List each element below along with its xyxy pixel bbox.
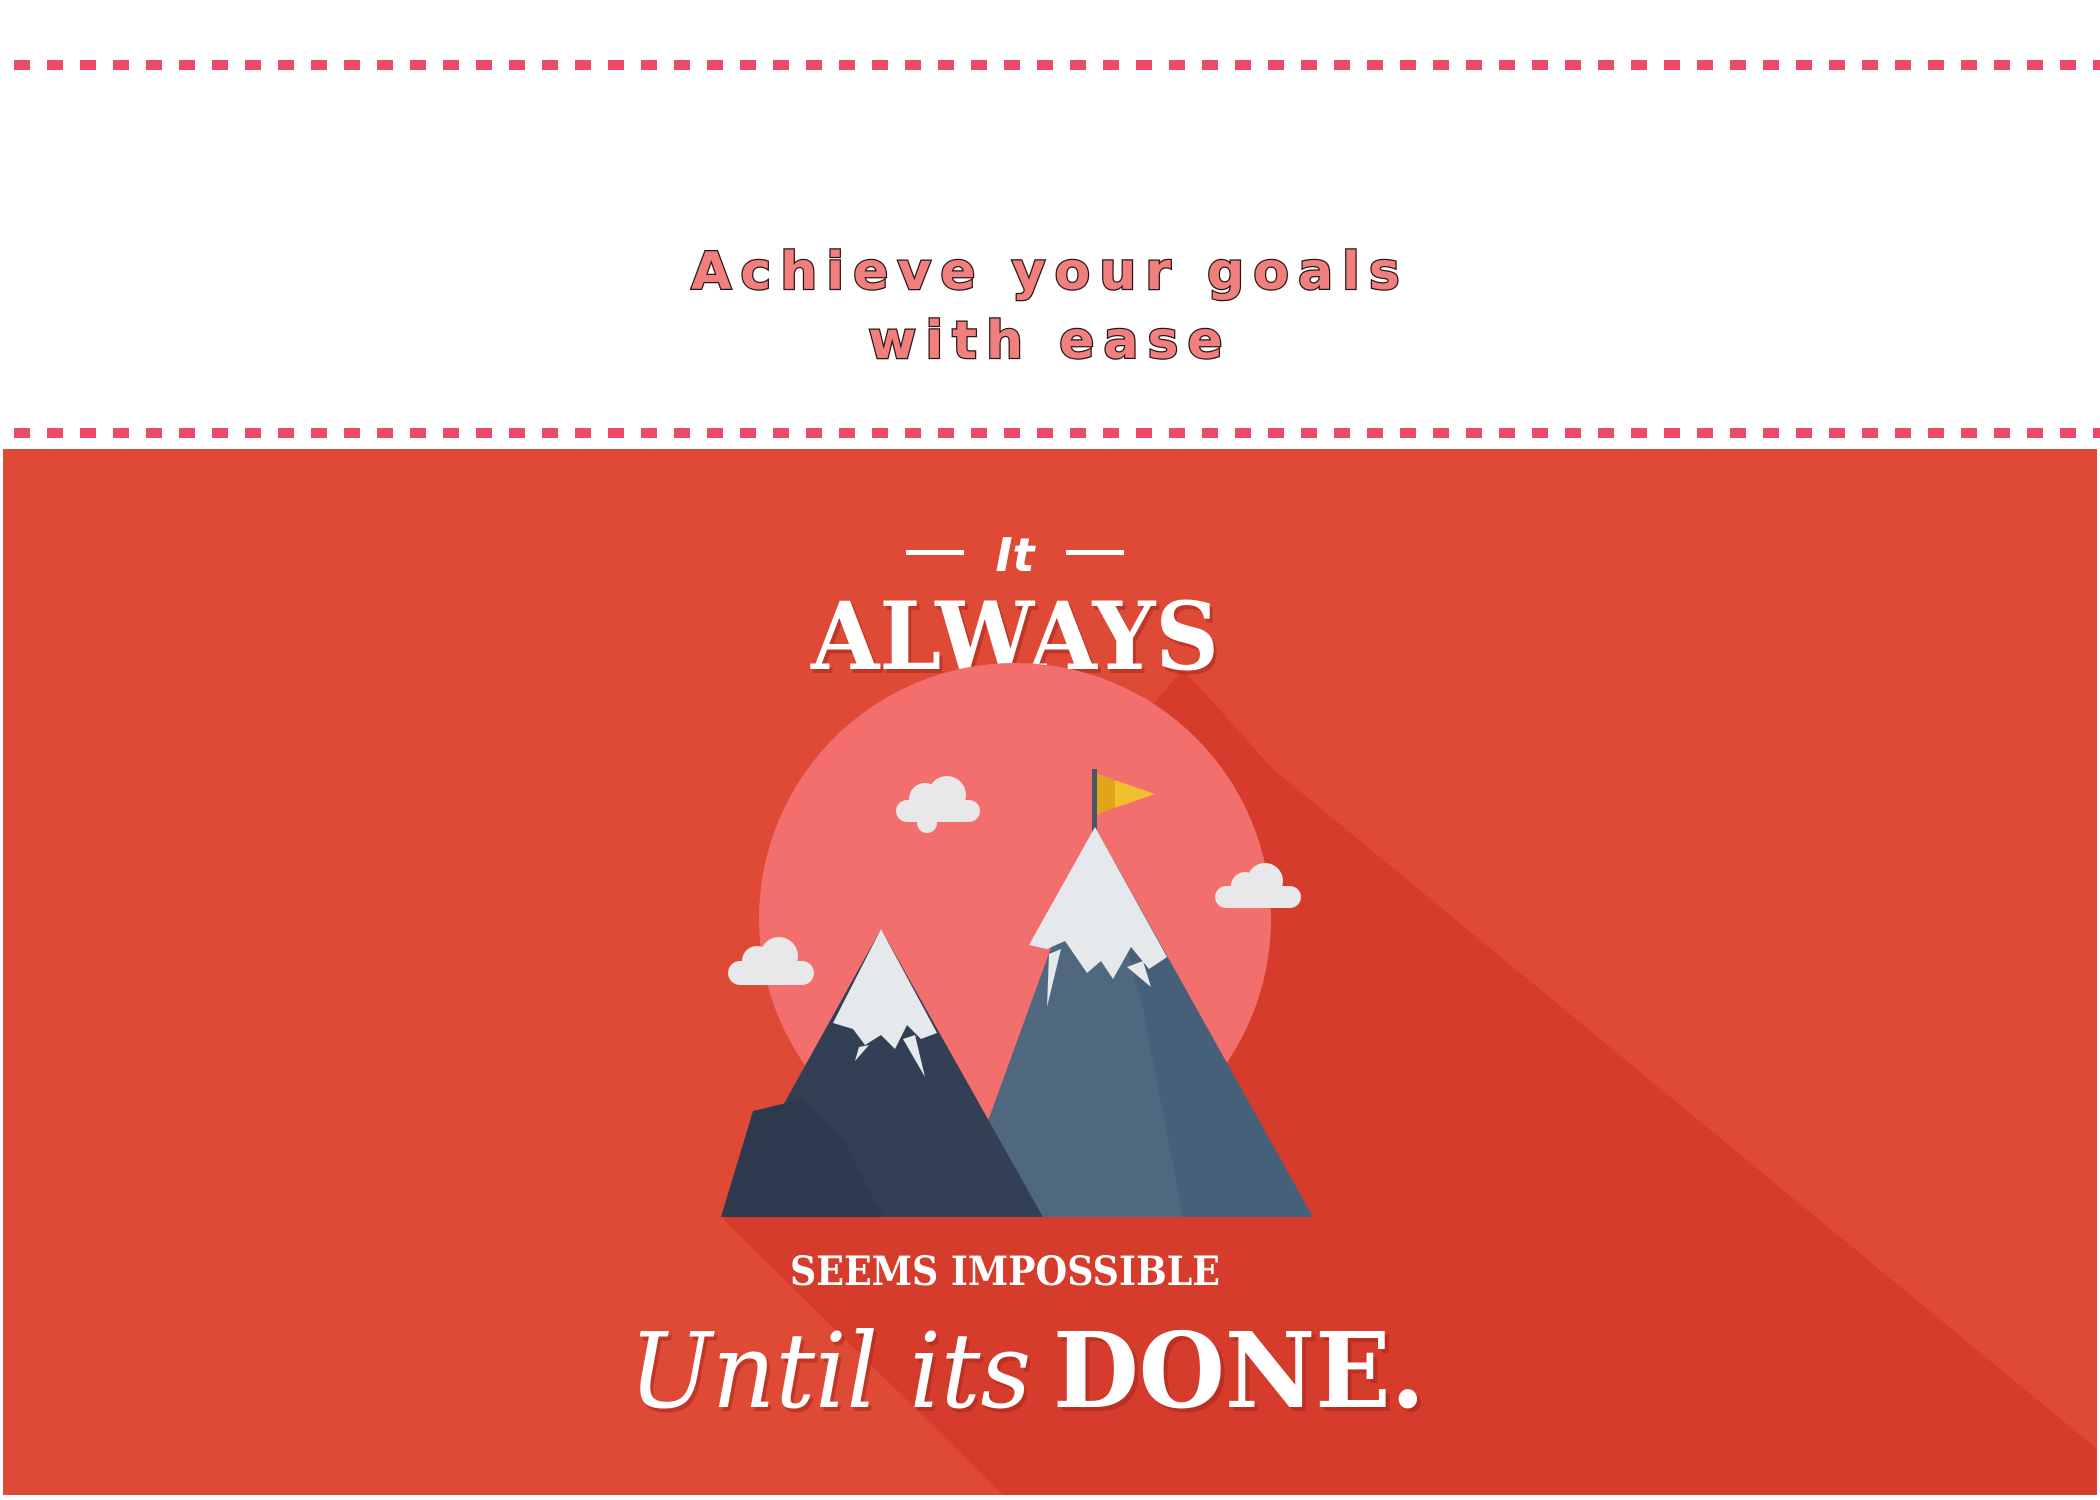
text-until-its: Until its [629,1310,1031,1432]
it-dash-right-icon [1066,550,1124,555]
motivational-poster: It ALWAYS ALWAYS SEEMS IMPOSSIBLE Until … [3,449,2097,1495]
text-seems-impossible: SEEMS IMPOSSIBLE [790,1248,1220,1295]
page: Achieve your goals with ease It ALWAYS A… [0,0,2100,1500]
it-dash-left-icon [906,550,964,555]
poster-artwork: It ALWAYS ALWAYS SEEMS IMPOSSIBLE Until … [629,528,2097,1495]
text-done: DONE. [1053,1309,1425,1432]
headline-line-1: Achieve your goals [690,241,1409,304]
flag-fold-icon [1097,774,1115,814]
top-dashed-divider [14,60,2100,70]
text-it: It [995,528,1036,582]
bottom-dashed-divider [14,428,2100,438]
page-headline: Achieve your goals with ease [0,238,2100,376]
headline-line-2: with ease [867,310,1232,373]
